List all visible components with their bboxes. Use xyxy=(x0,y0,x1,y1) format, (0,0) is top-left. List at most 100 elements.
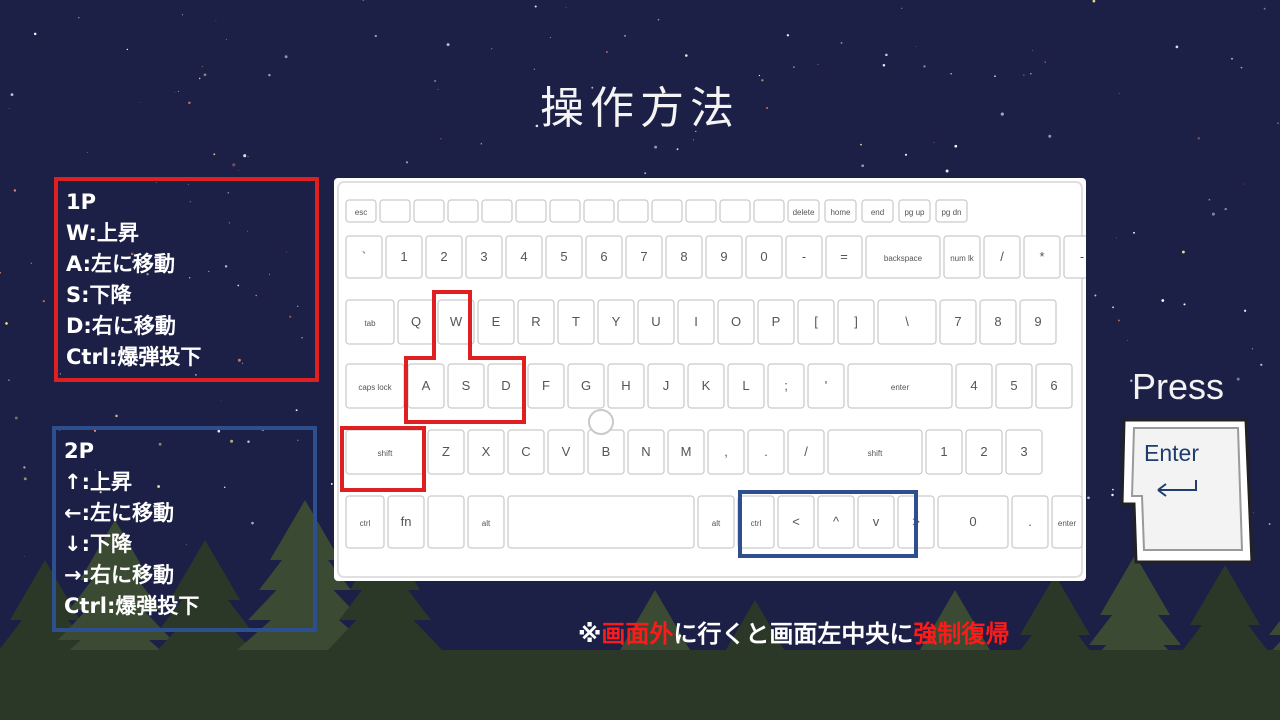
svg-text:X: X xyxy=(482,444,491,459)
key-backspace: backspace xyxy=(865,235,941,279)
svg-text:=: = xyxy=(840,249,848,264)
key-K: K xyxy=(687,363,725,409)
warning-note: ※画面外に行くと画面左中央に強制復帰 xyxy=(578,614,1009,649)
enter-key-icon[interactable] xyxy=(1114,412,1256,574)
player2-heading: 2P xyxy=(64,439,95,463)
key-fn xyxy=(753,199,785,223)
svg-text:8: 8 xyxy=(680,249,687,264)
key-fn xyxy=(549,199,581,223)
svg-text:H: H xyxy=(621,378,630,393)
key-5: 5 xyxy=(545,235,583,279)
player1-line-left: A:左に移動 xyxy=(66,252,176,276)
key-N: N xyxy=(627,429,665,475)
svg-text:end: end xyxy=(871,208,884,217)
keyboard-diagram: esc delete home end pg up pg dn ` 1 2 3 4 5 6 7 8 9 0 - = b… xyxy=(334,178,1086,581)
player2-line-down: ↓:下降 xyxy=(64,532,132,556)
player2-line-right: →:右に移動 xyxy=(64,563,174,587)
key-v: v xyxy=(857,495,895,549)
svg-text:shift: shift xyxy=(378,449,393,458)
key-1: 1 xyxy=(385,235,423,279)
key-pg dn: pg dn xyxy=(935,199,968,223)
svg-text:9: 9 xyxy=(1034,314,1041,329)
key-U: U xyxy=(637,299,675,345)
svg-text:R: R xyxy=(531,314,540,329)
svg-text:fn: fn xyxy=(401,514,412,529)
key-fn xyxy=(617,199,649,223)
svg-text:;: ; xyxy=(784,378,788,393)
key-P: P xyxy=(757,299,795,345)
key-8: 8 xyxy=(979,299,1017,345)
svg-text:.: . xyxy=(764,444,768,459)
key-M: M xyxy=(667,429,705,475)
key-num lk: num lk xyxy=(943,235,981,279)
key-J: J xyxy=(647,363,685,409)
player2-line-bomb: Ctrl:爆弾投下 xyxy=(64,594,200,618)
svg-text:tab: tab xyxy=(364,319,376,328)
svg-text:3: 3 xyxy=(480,249,487,264)
svg-text:2: 2 xyxy=(440,249,447,264)
player2-line-left: ←:左に移動 xyxy=(64,501,174,525)
key-]: ] xyxy=(837,299,875,345)
key-\: \ xyxy=(877,299,937,345)
svg-text:v: v xyxy=(873,514,880,529)
key-shift: shift xyxy=(827,429,923,475)
svg-text:6: 6 xyxy=(600,249,607,264)
key-fn xyxy=(413,199,445,223)
page-title: 操作方法 xyxy=(540,83,740,134)
key-2: 2 xyxy=(965,429,1003,475)
svg-text:U: U xyxy=(651,314,660,329)
player1-heading: 1P xyxy=(66,190,97,214)
svg-text:caps lock: caps lock xyxy=(358,383,392,392)
forest-floor xyxy=(0,650,1280,720)
svg-text:3: 3 xyxy=(1020,444,1027,459)
svg-text:N: N xyxy=(641,444,650,459)
svg-text:pg dn: pg dn xyxy=(941,208,961,217)
key-9: 9 xyxy=(1019,299,1057,345)
key-6: 6 xyxy=(1035,363,1073,409)
svg-text:6: 6 xyxy=(1050,378,1057,393)
svg-text:enter: enter xyxy=(891,383,910,392)
key-esc: esc xyxy=(345,199,377,223)
key--: - xyxy=(785,235,823,279)
svg-text:2: 2 xyxy=(980,444,987,459)
key-L: L xyxy=(727,363,765,409)
svg-text:I: I xyxy=(694,314,698,329)
key-B: B xyxy=(587,429,625,475)
key-shift: shift xyxy=(345,429,425,475)
svg-text:M: M xyxy=(681,444,692,459)
key-': ' xyxy=(807,363,845,409)
svg-text:<: < xyxy=(792,514,800,529)
key-Y: Y xyxy=(597,299,635,345)
svg-text:1: 1 xyxy=(400,249,407,264)
svg-text:alt: alt xyxy=(712,519,721,528)
svg-text:ctrl: ctrl xyxy=(360,519,371,528)
svg-text:enter: enter xyxy=(1058,519,1077,528)
svg-text:backspace: backspace xyxy=(884,254,923,263)
key-F: F xyxy=(527,363,565,409)
svg-text:num lk: num lk xyxy=(950,254,975,263)
key-fn xyxy=(447,199,479,223)
svg-text:-: - xyxy=(802,249,806,264)
svg-text:D: D xyxy=(501,378,510,393)
key-3: 3 xyxy=(1005,429,1043,475)
key-space xyxy=(507,495,695,549)
key-delete: delete xyxy=(787,199,820,223)
svg-text:Z: Z xyxy=(442,444,450,459)
key-=: = xyxy=(825,235,863,279)
svg-text:Q: Q xyxy=(411,314,421,329)
player2-line-up: ↑:上昇 xyxy=(64,470,132,494)
key-1: 1 xyxy=(925,429,963,475)
svg-text:,: , xyxy=(724,444,728,459)
svg-text:ctrl: ctrl xyxy=(751,519,762,528)
svg-text:home: home xyxy=(830,208,851,217)
key-2: 2 xyxy=(425,235,463,279)
key--: - xyxy=(1063,235,1086,279)
key-pg up: pg up xyxy=(898,199,931,223)
key-end: end xyxy=(861,199,894,223)
svg-text:4: 4 xyxy=(520,249,527,264)
key-H: H xyxy=(607,363,645,409)
key-G: G xyxy=(567,363,605,409)
key-enter: enter xyxy=(1051,495,1083,549)
key-4: 4 xyxy=(955,363,993,409)
svg-text:^: ^ xyxy=(833,514,840,529)
